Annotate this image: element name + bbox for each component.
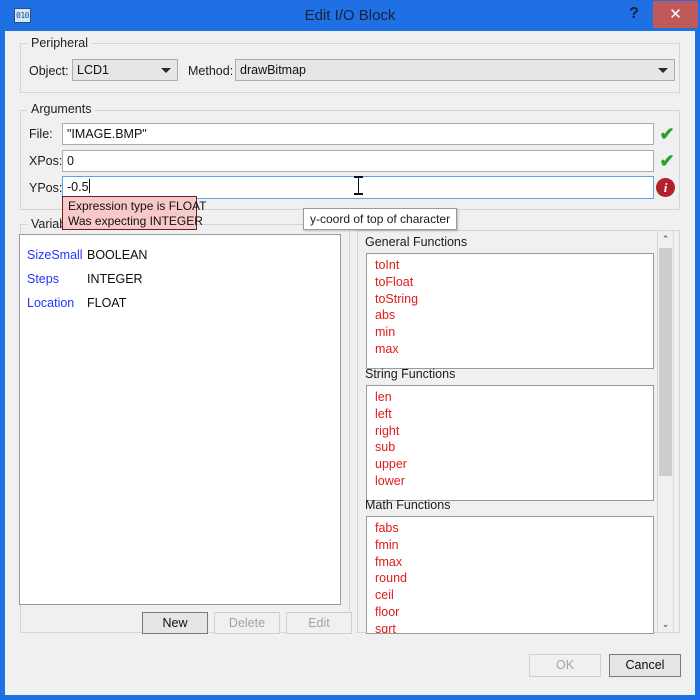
- function-item[interactable]: left: [367, 406, 653, 423]
- function-item[interactable]: max: [367, 341, 653, 358]
- xpos-label: XPos:: [29, 154, 62, 168]
- error-line-2: Was expecting INTEGER: [68, 214, 191, 229]
- close-button[interactable]: ✕: [653, 1, 698, 28]
- function-item[interactable]: round: [367, 570, 653, 587]
- variable-name: Steps: [20, 267, 87, 291]
- text-caret: [89, 179, 90, 193]
- function-item[interactable]: ceil: [367, 587, 653, 604]
- math-functions-label: Math Functions: [365, 498, 450, 512]
- arguments-group-label: Arguments: [27, 102, 95, 116]
- chevron-down-icon: [658, 68, 668, 73]
- function-item[interactable]: fmax: [367, 554, 653, 571]
- mouse-ibeam-cursor: [353, 176, 364, 195]
- variable-name: Location: [20, 291, 87, 315]
- object-combobox[interactable]: LCD1: [72, 59, 178, 81]
- file-input[interactable]: "IMAGE.BMP": [62, 123, 654, 145]
- file-valid-check-icon: ✔: [658, 125, 676, 143]
- variable-type: BOOLEAN: [87, 243, 147, 267]
- function-item[interactable]: sub: [367, 439, 653, 456]
- help-button[interactable]: ?: [620, 0, 648, 28]
- general-functions-label: General Functions: [365, 235, 467, 249]
- variable-type: FLOAT: [87, 291, 126, 315]
- function-item[interactable]: toInt: [367, 257, 653, 274]
- variable-type: INTEGER: [87, 267, 143, 291]
- ypos-input-value: -0.5: [67, 180, 89, 194]
- window-title: Edit I/O Block: [0, 0, 700, 31]
- xpos-input-value: 0: [67, 154, 74, 168]
- object-combobox-value: LCD1: [77, 63, 109, 77]
- edit-variable-button: Edit: [286, 612, 352, 634]
- function-item[interactable]: right: [367, 423, 653, 440]
- method-combobox-value: drawBitmap: [240, 63, 306, 77]
- function-item[interactable]: floor: [367, 604, 653, 621]
- scroll-down-arrow-icon[interactable]: ⌄: [658, 616, 673, 632]
- string-functions-list[interactable]: len left right sub upper lower: [366, 385, 654, 501]
- list-item[interactable]: SizeSmallBOOLEAN: [20, 243, 340, 267]
- math-functions-list[interactable]: fabs fmin fmax round ceil floor sqrt: [366, 516, 654, 634]
- string-functions-label: String Functions: [365, 367, 455, 381]
- cancel-button[interactable]: Cancel: [609, 654, 681, 677]
- general-functions-list[interactable]: toInt toFloat toString abs min max: [366, 253, 654, 369]
- function-item[interactable]: lower: [367, 473, 653, 490]
- new-variable-button[interactable]: New: [142, 612, 208, 634]
- validation-error-balloon: Expression type is FLOAT Was expecting I…: [62, 196, 197, 230]
- function-item[interactable]: toFloat: [367, 274, 653, 291]
- file-label: File:: [29, 127, 53, 141]
- field-tooltip: y-coord of top of character: [303, 208, 457, 230]
- functions-scrollbar[interactable]: ⌃ ⌄: [657, 230, 674, 633]
- list-item[interactable]: LocationFLOAT: [20, 291, 340, 315]
- function-item[interactable]: toString: [367, 291, 653, 308]
- variable-name: SizeSmall: [20, 243, 87, 267]
- delete-variable-button: Delete: [214, 612, 280, 634]
- xpos-valid-check-icon: ✔: [658, 152, 676, 170]
- method-combobox[interactable]: drawBitmap: [235, 59, 675, 81]
- ypos-error-icon: i: [656, 178, 675, 197]
- edit-io-block-window: 010 Edit I/O Block ? ✕ Peripheral Object…: [0, 0, 700, 700]
- dialog-client-area: Peripheral Object: LCD1 Method: drawBitm…: [5, 31, 695, 695]
- xpos-input[interactable]: 0: [62, 150, 654, 172]
- list-item[interactable]: StepsINTEGER: [20, 267, 340, 291]
- scroll-up-arrow-icon[interactable]: ⌃: [658, 231, 673, 247]
- title-bar[interactable]: 010 Edit I/O Block ? ✕: [0, 0, 700, 31]
- error-line-1: Expression type is FLOAT: [68, 199, 191, 214]
- function-item[interactable]: fabs: [367, 520, 653, 537]
- peripheral-group-label: Peripheral: [27, 36, 92, 50]
- function-item[interactable]: upper: [367, 456, 653, 473]
- ok-button: OK: [529, 654, 601, 677]
- chevron-down-icon: [161, 68, 171, 73]
- file-input-value: "IMAGE.BMP": [67, 127, 147, 141]
- ypos-label: YPos:: [29, 181, 62, 195]
- function-item[interactable]: min: [367, 324, 653, 341]
- function-item[interactable]: abs: [367, 307, 653, 324]
- function-item[interactable]: fmin: [367, 537, 653, 554]
- object-label: Object:: [29, 64, 69, 78]
- scrollbar-thumb[interactable]: [659, 248, 672, 476]
- function-item[interactable]: len: [367, 389, 653, 406]
- variables-list[interactable]: SizeSmallBOOLEAN StepsINTEGER LocationFL…: [19, 234, 341, 605]
- function-item[interactable]: sqrt: [367, 621, 653, 634]
- method-label: Method:: [188, 64, 233, 78]
